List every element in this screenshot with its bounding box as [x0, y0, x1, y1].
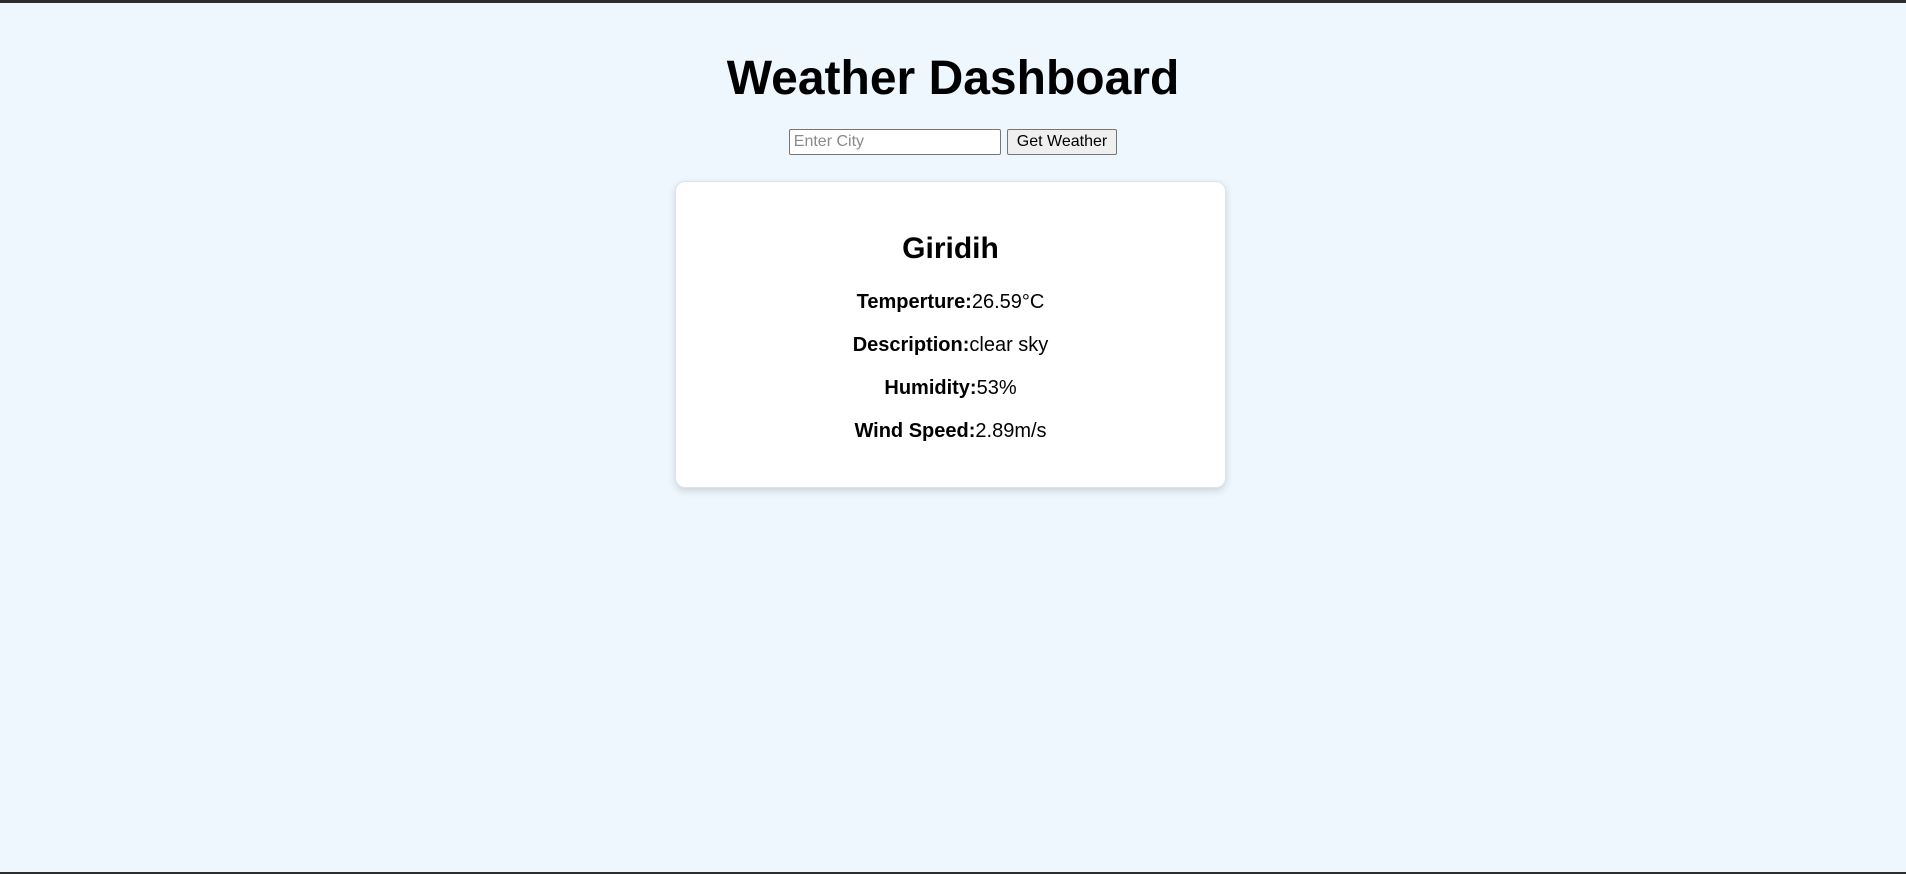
- temperature-row: Temperture:26.59°C: [676, 290, 1225, 314]
- humidity-value: 53%: [976, 377, 1017, 399]
- description-label: Description:: [852, 334, 970, 356]
- weather-card: Giridih Temperture:26.59°C Description:c…: [675, 181, 1226, 488]
- description-value: clear sky: [969, 334, 1049, 356]
- wind-speed-row: Wind Speed:2.89m/s: [676, 419, 1225, 443]
- city-input[interactable]: [788, 129, 1001, 155]
- get-weather-button[interactable]: Get Weather: [1006, 129, 1118, 155]
- page-title: Weather Dashboard: [726, 52, 1180, 105]
- humidity-row: Humidity:53%: [676, 376, 1225, 400]
- wind-speed-value: 2.89m/s: [975, 420, 1047, 442]
- city-name: Giridih: [902, 232, 999, 265]
- temperature-value: 26.59°C: [971, 291, 1045, 313]
- search-bar: Get Weather: [0, 129, 1906, 155]
- description-row: Description:clear sky: [676, 333, 1225, 357]
- humidity-label: Humidity:: [884, 377, 977, 399]
- wind-speed-label: Wind Speed:: [854, 420, 976, 442]
- temperature-label: Temperture:: [856, 291, 972, 313]
